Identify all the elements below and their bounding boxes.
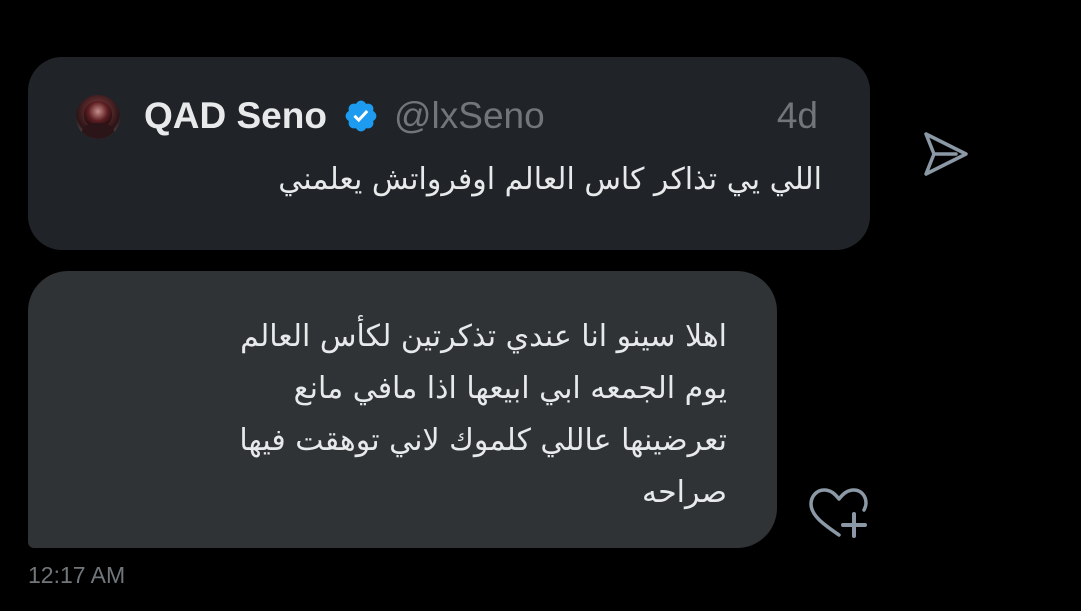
quoted-post-text: اللي يي تذاكر كاس العالم اوفرواتش يعلمني — [278, 162, 822, 197]
verified-badge-icon — [345, 100, 377, 132]
message-line: تعرضينها عاللي كلموك لاني توهقت فيها — [239, 423, 727, 458]
message-line: اهلا سينو انا عندي تذكرتين لكأس العالم — [240, 319, 727, 354]
send-icon[interactable] — [921, 129, 971, 179]
heart-plus-icon[interactable] — [806, 486, 870, 542]
message-line: صراحه — [642, 475, 727, 510]
message-timestamp: 12:17 AM — [28, 562, 126, 588]
quoted-post-card[interactable]: QAD Seno @lxSeno 4d اللي يي تذاكر كاس ال… — [28, 57, 870, 250]
author-name[interactable]: QAD Seno — [144, 94, 327, 138]
author-avatar[interactable] — [76, 95, 120, 139]
post-time-ago: 4d — [776, 95, 818, 136]
message-bubble[interactable]: اهلا سينو انا عندي تذكرتين لكأس العالم ي… — [28, 271, 777, 548]
message-line: يوم الجمعه ابي ابيعها اذا مافي مانع — [293, 371, 727, 406]
author-handle[interactable]: @lxSeno — [394, 94, 545, 138]
message-text: اهلا سينو انا عندي تذكرتين لكأس العالم ي… — [77, 311, 727, 519]
